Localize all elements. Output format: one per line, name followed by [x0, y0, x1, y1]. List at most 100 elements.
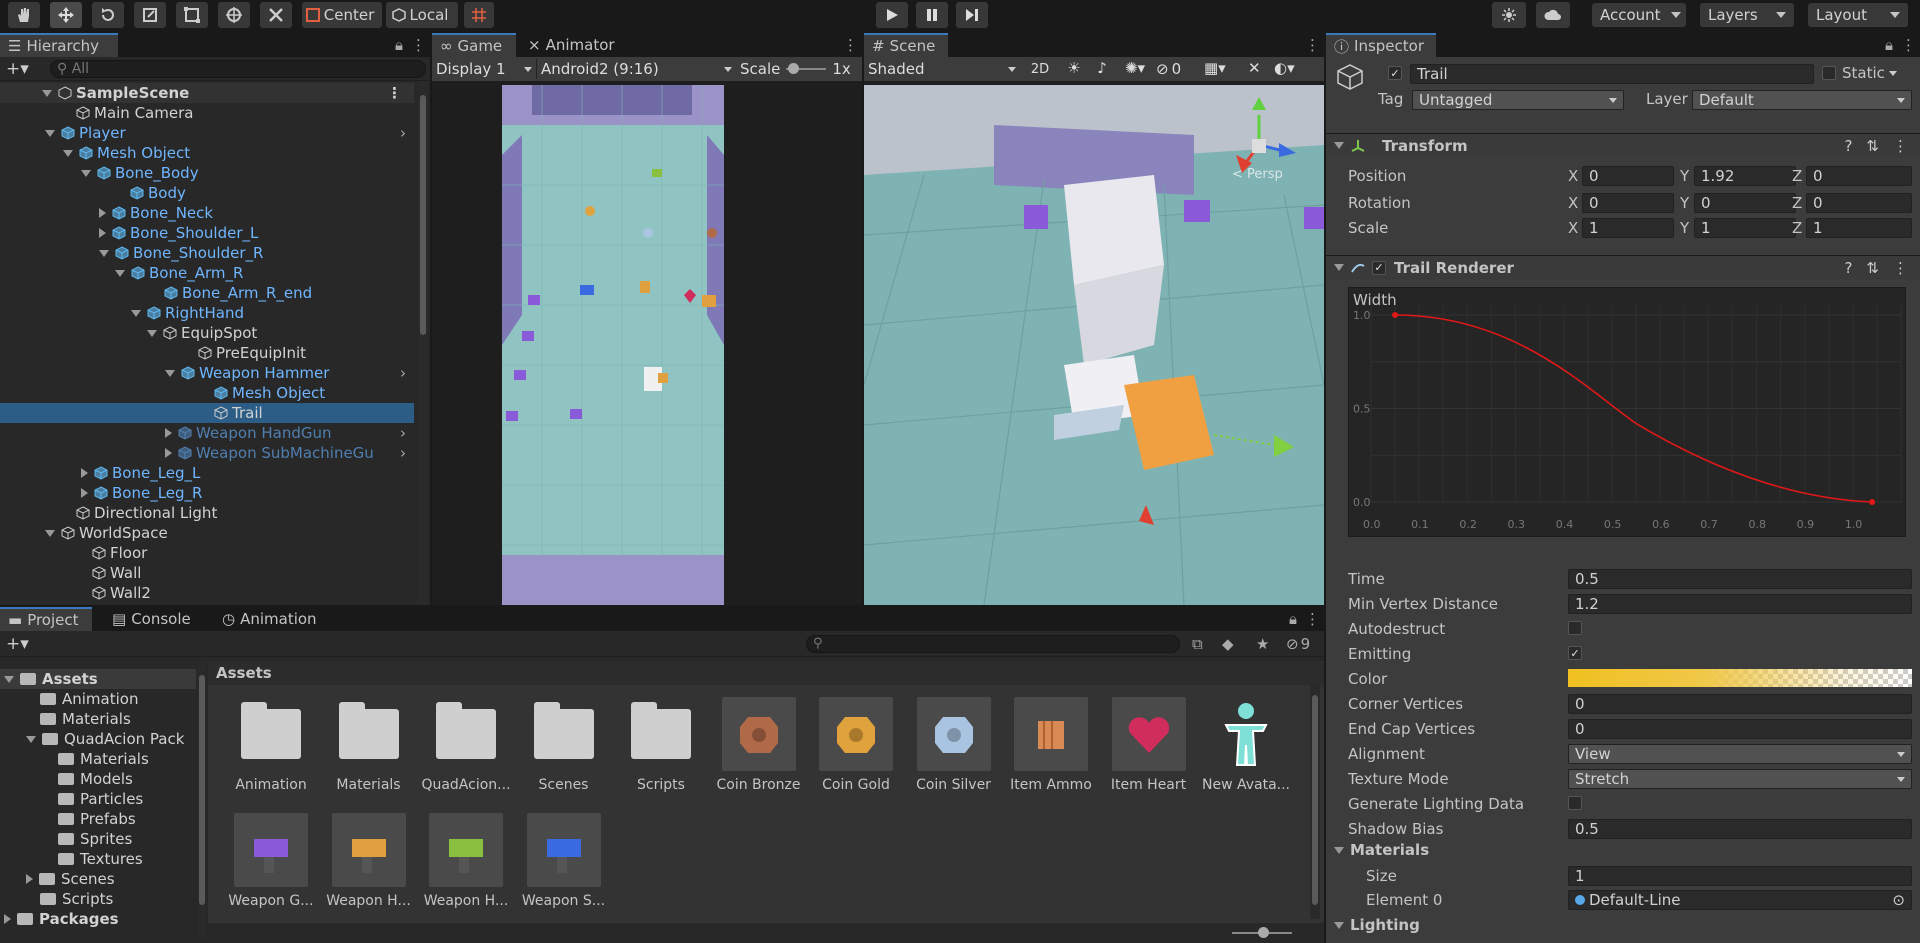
width-curve-editor[interactable]: Width 1.0 0.5 0.0 0.0 0.1 0.2 0.3 0.4 0.5 0.6 0.7 0… [1348, 287, 1906, 537]
position-y-field[interactable]: 1.92 [1694, 166, 1796, 186]
expand-arrow-icon[interactable] [63, 149, 73, 157]
project-tree-item[interactable]: Assets [0, 669, 196, 689]
hierarchy-row[interactable]: EquipSpot [0, 323, 414, 343]
game-viewport[interactable] [502, 85, 724, 605]
perspective-label[interactable]: < Persp [1232, 167, 1283, 182]
project-tree-item[interactable]: Packages [4, 909, 196, 929]
asset-item[interactable]: Item Heart [1104, 697, 1194, 793]
collapse-arrow-icon[interactable] [165, 448, 172, 458]
hierarchy-row[interactable]: Bone_Arm_R_end [0, 283, 414, 303]
collapse-arrow-icon[interactable] [99, 208, 106, 218]
collapse-arrow-icon[interactable] [26, 874, 33, 884]
trail-prop-checkbox[interactable] [1568, 621, 1582, 635]
hierarchy-row[interactable]: Directional Light [0, 503, 414, 523]
asset-item[interactable]: Weapon H... [421, 813, 511, 909]
asset-item[interactable]: Weapon H... [324, 813, 414, 909]
hierarchy-row[interactable]: Bone_Body [0, 163, 414, 183]
thumbnail-size-slider[interactable] [1232, 927, 1292, 938]
scene-row[interactable]: SampleScene ⋮ [0, 83, 414, 103]
transform-tool-icon[interactable] [218, 2, 250, 28]
project-tree-item[interactable]: Materials [58, 749, 196, 769]
tag-dropdown[interactable]: Untagged [1412, 90, 1624, 110]
grid-toggle-icon[interactable]: ▦▾ [1204, 59, 1244, 79]
hierarchy-row[interactable]: Mesh Object [0, 383, 414, 403]
static-checkbox[interactable] [1822, 66, 1836, 80]
step-button[interactable] [956, 2, 988, 28]
more-menu-icon[interactable]: ⋮ [1305, 36, 1320, 54]
hierarchy-row[interactable]: PreEquipInit [0, 343, 414, 363]
lock-icon[interactable]: 🔒︎ [395, 36, 403, 54]
account-dropdown[interactable]: Account [1592, 3, 1686, 27]
gizmos-dropdown-icon[interactable]: ◐▾ [1274, 59, 1314, 79]
hierarchy-row[interactable]: Bone_Neck [0, 203, 414, 223]
materials-size-field[interactable]: 1 [1568, 866, 1912, 886]
scale-y-field[interactable]: 1 [1694, 218, 1796, 238]
element0-object-field[interactable]: Default-Line ⊙ [1568, 890, 1912, 910]
expand-arrow-icon[interactable] [165, 369, 175, 377]
scene-menu-icon[interactable]: ⋮ [387, 84, 402, 102]
expand-arrow-icon[interactable] [45, 129, 55, 137]
tools-icon[interactable]: ✕ [1248, 59, 1272, 79]
more-menu-icon[interactable]: ⋮ [1901, 36, 1916, 54]
tab-game[interactable]: ∞ Game [432, 33, 516, 57]
hierarchy-row[interactable]: RightHand [0, 303, 414, 323]
lighting-toggle-icon[interactable]: ☀ [1062, 59, 1086, 79]
project-tree-item[interactable]: QuadAcion Pack [26, 729, 196, 749]
chevron-right-icon[interactable]: › [400, 364, 406, 382]
trail-renderer-enabled-checkbox[interactable]: ✓ [1372, 260, 1386, 275]
hierarchy-row[interactable]: Bone_Leg_L [0, 463, 414, 483]
presets-icon[interactable]: ⇅ [1866, 259, 1879, 277]
trail-prop-field[interactable]: 1.2 [1568, 594, 1912, 614]
hierarchy-row[interactable]: Floor [0, 543, 414, 563]
search-by-label-icon[interactable]: ◆ [1222, 635, 1234, 653]
shading-mode-dropdown[interactable]: Shaded [868, 59, 1016, 79]
display-dropdown[interactable]: Display 1 [436, 59, 532, 79]
hierarchy-row[interactable]: Mesh Object [0, 143, 414, 163]
rotate-tool-icon[interactable] [92, 2, 124, 28]
asset-item[interactable]: Coin Gold [811, 697, 901, 793]
trail-prop-checkbox[interactable]: ✓ [1568, 646, 1582, 660]
hierarchy-row[interactable]: Bone_Shoulder_L [0, 223, 414, 243]
hierarchy-row[interactable]: Weapon Hammer › [0, 363, 414, 383]
project-tree-item[interactable]: Particles [58, 789, 196, 809]
2d-toggle-button[interactable]: 2D [1024, 59, 1056, 79]
trail-prop-field[interactable]: 0 [1568, 719, 1912, 739]
asset-item[interactable]: Coin Bronze [714, 697, 804, 793]
create-add-button[interactable]: +▾ [6, 59, 29, 79]
hierarchy-row[interactable]: Bone_Leg_R [0, 483, 414, 503]
pause-button[interactable] [916, 2, 948, 28]
layers-dropdown[interactable]: Layers [1700, 3, 1794, 27]
breadcrumb[interactable]: Assets [208, 661, 1324, 685]
asset-scrollbar[interactable] [1310, 685, 1320, 919]
tab-animation[interactable]: ◷ Animation [214, 607, 324, 631]
project-tree-item[interactable]: Animation [40, 689, 196, 709]
hidden-objects-toggle[interactable]: ⊘ 0 [1156, 59, 1200, 79]
collapse-arrow-icon[interactable] [81, 468, 88, 478]
project-tree-item[interactable]: Textures [58, 849, 196, 869]
hierarchy-search-input[interactable]: ⚲ All [50, 60, 426, 78]
trail-prop-field[interactable]: 0 [1568, 694, 1912, 714]
pivot-center-button[interactable]: Center [302, 2, 382, 28]
asset-item[interactable]: Scenes [519, 697, 609, 793]
grid-snap-icon[interactable] [464, 2, 494, 28]
create-asset-button[interactable]: +▾ [6, 634, 29, 654]
hierarchy-row[interactable]: Wall [0, 563, 414, 583]
scale-slider[interactable]: Scale 1x [740, 59, 851, 79]
hierarchy-row[interactable]: Trail [0, 403, 414, 423]
transform-header[interactable]: Transform ? ⇅ ⋮ [1326, 133, 1920, 157]
tab-hierarchy[interactable]: ☰ Hierarchy [0, 33, 118, 57]
tab-animator[interactable]: ⨯ Animator [520, 33, 630, 57]
project-search-input[interactable]: ⚲ [806, 635, 1180, 653]
project-tree-item[interactable]: Materials [40, 709, 196, 729]
hierarchy-row[interactable]: WorldSpace [0, 523, 414, 543]
play-button[interactable] [876, 2, 908, 28]
trail-prop-dropdown[interactable]: View [1568, 744, 1912, 764]
expand-arrow-icon[interactable] [147, 329, 157, 337]
help-icon[interactable]: ? [1844, 137, 1852, 155]
project-tree-item[interactable]: Sprites [58, 829, 196, 849]
rotation-x-field[interactable]: 0 [1582, 193, 1674, 213]
more-menu-icon[interactable]: ⋮ [411, 36, 426, 54]
expand-arrow-icon[interactable] [45, 529, 55, 537]
static-dropdown[interactable]: Static [1842, 64, 1897, 82]
rect-tool-icon[interactable] [176, 2, 208, 28]
